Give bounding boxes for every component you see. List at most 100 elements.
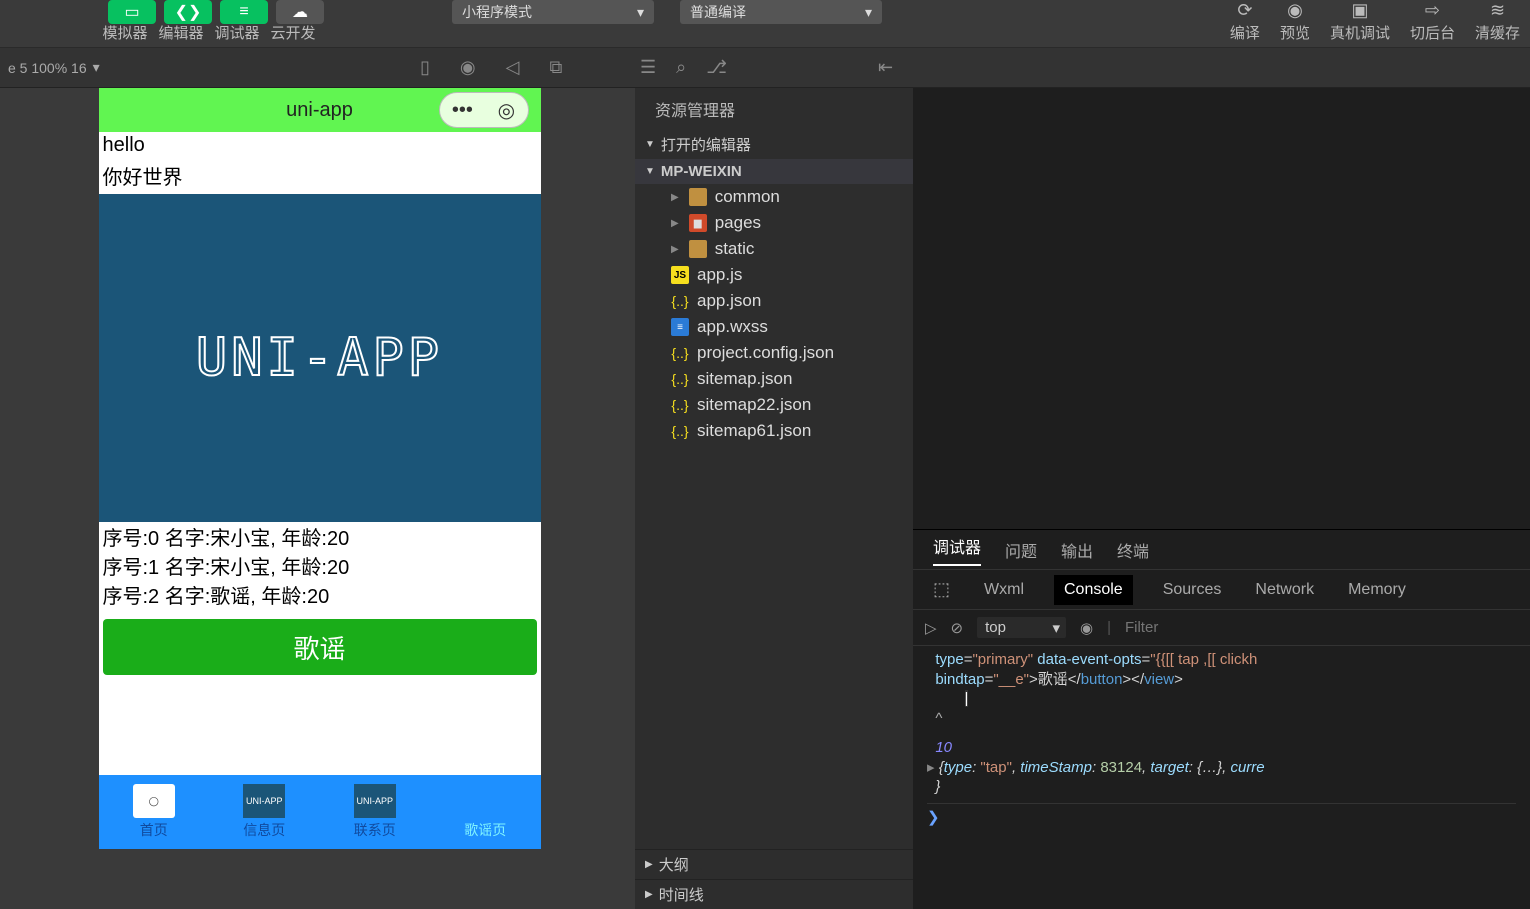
- file-sitemap61[interactable]: {..}sitemap61.json: [635, 418, 913, 444]
- tab-home[interactable]: ◯首页: [99, 775, 210, 849]
- inspect-icon[interactable]: ⬚: [929, 573, 954, 606]
- main-content: uni-app ••• ◎ hello 你好世界 UNI-APP 序号:0 名字…: [0, 88, 1530, 909]
- search-icon[interactable]: ⌕: [676, 57, 686, 78]
- sim-controls: ▯ ◉ ◁ ⧉: [420, 57, 562, 78]
- device-debug-button[interactable]: ▣真机调试: [1330, 0, 1390, 43]
- folder-pages[interactable]: ▶▆pages: [635, 210, 913, 236]
- tab-terminal[interactable]: 终端: [1117, 538, 1149, 562]
- background-button[interactable]: ⇨切后台: [1410, 0, 1455, 43]
- console-line: type="primary" data-event-opts="{{[[ tap…: [927, 650, 1516, 670]
- tab-problems[interactable]: 问题: [1005, 538, 1037, 562]
- collapse-icon[interactable]: ⇤: [878, 57, 893, 78]
- editor-toggle[interactable]: ❮❯: [164, 0, 212, 24]
- right-tools: ⟳编译 ◉预览 ▣真机调试 ⇨切后台 ≋清缓存: [1230, 0, 1520, 43]
- folder-common[interactable]: ▶▆common: [635, 184, 913, 210]
- stack-icon: ≋: [1485, 0, 1509, 20]
- folder-static[interactable]: ▶▆static: [635, 236, 913, 262]
- tab-info[interactable]: UNI-APP信息页: [209, 775, 320, 849]
- info-icon: UNI-APP: [243, 784, 285, 818]
- cloud-dev-toggle[interactable]: ☁: [276, 0, 324, 24]
- tab-console[interactable]: Console: [1054, 575, 1133, 605]
- simulator-toggle[interactable]: ▭: [108, 0, 156, 24]
- text-nihao: 你好世界: [99, 159, 541, 192]
- js-icon: JS: [671, 266, 689, 284]
- chevron-down-icon: ▾: [637, 4, 644, 21]
- sub-toolbar: e 5 100% 16▾ ▯ ◉ ◁ ⧉ ☰ ⌕ ⎇ ⇤: [0, 48, 1530, 88]
- simulator-panel: uni-app ••• ◎ hello 你好世界 UNI-APP 序号:0 名字…: [0, 88, 635, 909]
- context-selector[interactable]: top▾: [977, 617, 1066, 638]
- zoom-info[interactable]: e 5 100% 16▾: [8, 59, 100, 76]
- editor-area: [913, 88, 1530, 529]
- compile-button[interactable]: ⟳编译: [1230, 0, 1260, 43]
- outline-section[interactable]: ▶大纲: [635, 849, 913, 879]
- compile-dropdown-label: 普通编译: [690, 2, 746, 22]
- more-icon: •••: [452, 99, 473, 122]
- debugger-toggle[interactable]: ≡: [220, 0, 268, 24]
- list-icon[interactable]: ☰: [640, 57, 656, 78]
- target-icon: ◎: [498, 98, 515, 123]
- clear-console-icon[interactable]: ⊘: [951, 619, 964, 637]
- phone-icon[interactable]: ▯: [420, 57, 430, 78]
- console-output[interactable]: type="primary" data-event-opts="{{[[ tap…: [913, 646, 1530, 909]
- chevron-right-icon: ▶: [671, 244, 679, 255]
- chevron-down-icon: ▾: [93, 59, 100, 76]
- right-panel: 调试器 问题 输出 终端 ⬚ Wxml Console Sources Netw…: [913, 88, 1530, 909]
- file-app-js[interactable]: JSapp.js: [635, 262, 913, 288]
- tab-wxml[interactable]: Wxml: [980, 575, 1028, 605]
- file-app-wxss[interactable]: ≡app.wxss: [635, 314, 913, 340]
- console-line: ▸ {type: "tap", timeStamp: 83124, target…: [927, 758, 1516, 778]
- eye-icon[interactable]: ◉: [1080, 619, 1093, 637]
- wxss-icon: ≡: [671, 318, 689, 336]
- tab-debugger[interactable]: 调试器: [933, 534, 981, 566]
- logo-image: UNI-APP: [99, 194, 541, 522]
- mode-dropdown[interactable]: 小程序模式 ▾: [452, 0, 654, 24]
- compile-dropdown[interactable]: 普通编译 ▾: [680, 0, 882, 24]
- phone-frame: uni-app ••• ◎ hello 你好世界 UNI-APP 序号:0 名字…: [99, 88, 541, 849]
- project-root[interactable]: ▼MP-WEIXIN: [635, 159, 913, 184]
- tab-bar: ◯首页 UNI-APP信息页 UNI-APP联系页 x歌谣页: [99, 775, 541, 849]
- sound-icon[interactable]: ◁: [506, 57, 520, 78]
- console-line: 10: [927, 738, 1516, 758]
- device-icon: ▣: [1348, 0, 1372, 20]
- top-toolbar: ▭ ❮❯ ≡ ☁ 模拟器 编辑器 调试器 云开发 小程序模式 ▾ 普通编译 ▾ …: [0, 0, 1530, 48]
- file-sitemap22[interactable]: {..}sitemap22.json: [635, 392, 913, 418]
- console-line: bindtap="__e">歌谣</button></view>: [927, 670, 1516, 690]
- tab-sources[interactable]: Sources: [1159, 575, 1226, 605]
- tab-memory[interactable]: Memory: [1344, 575, 1410, 605]
- chevron-right-icon: ▶: [671, 218, 679, 229]
- devtools-panel: 调试器 问题 输出 终端 ⬚ Wxml Console Sources Netw…: [913, 529, 1530, 909]
- filter-input[interactable]: [1125, 619, 1275, 636]
- label-editor: 编辑器: [154, 22, 208, 43]
- file-app-json[interactable]: {..}app.json: [635, 288, 913, 314]
- branch-icon[interactable]: ⎇: [706, 57, 727, 78]
- json-icon: {..}: [671, 370, 689, 388]
- file-sitemap[interactable]: {..}sitemap.json: [635, 366, 913, 392]
- home-icon: ◯: [133, 784, 175, 818]
- preview-button[interactable]: ◉预览: [1280, 0, 1310, 43]
- folder-icon: ▆: [689, 240, 707, 258]
- play-icon[interactable]: ▷: [925, 619, 937, 637]
- tab-output[interactable]: 输出: [1061, 538, 1093, 562]
- capsule-button[interactable]: ••• ◎: [439, 92, 529, 128]
- open-editors-section[interactable]: ▼打开的编辑器: [635, 130, 913, 159]
- tab-contact[interactable]: UNI-APP联系页: [320, 775, 431, 849]
- file-project-config[interactable]: {..}project.config.json: [635, 340, 913, 366]
- console-line: ^: [927, 709, 1516, 729]
- devtool-secondary-tabs: ⬚ Wxml Console Sources Network Memory: [913, 570, 1530, 610]
- record-icon[interactable]: ◉: [460, 57, 476, 78]
- back-icon: ⇨: [1420, 0, 1444, 20]
- json-icon: {..}: [671, 292, 689, 310]
- window-icon[interactable]: ⧉: [549, 57, 562, 78]
- primary-button[interactable]: 歌谣: [103, 619, 537, 675]
- console-toolbar: ▷ ⊘ top▾ ◉ |: [913, 610, 1530, 646]
- timeline-section[interactable]: ▶时间线: [635, 879, 913, 909]
- page-title: uni-app: [286, 99, 353, 122]
- text-hello: hello: [99, 132, 541, 159]
- eye-icon: ◉: [1283, 0, 1307, 20]
- chevron-right-icon: ▶: [671, 192, 679, 203]
- tab-geyao[interactable]: x歌谣页: [430, 775, 541, 849]
- explorer-controls: ☰ ⌕ ⎇: [640, 57, 727, 78]
- clear-cache-button[interactable]: ≋清缓存: [1475, 0, 1520, 43]
- tab-network[interactable]: Network: [1251, 575, 1318, 605]
- console-prompt[interactable]: ❯: [927, 803, 1516, 828]
